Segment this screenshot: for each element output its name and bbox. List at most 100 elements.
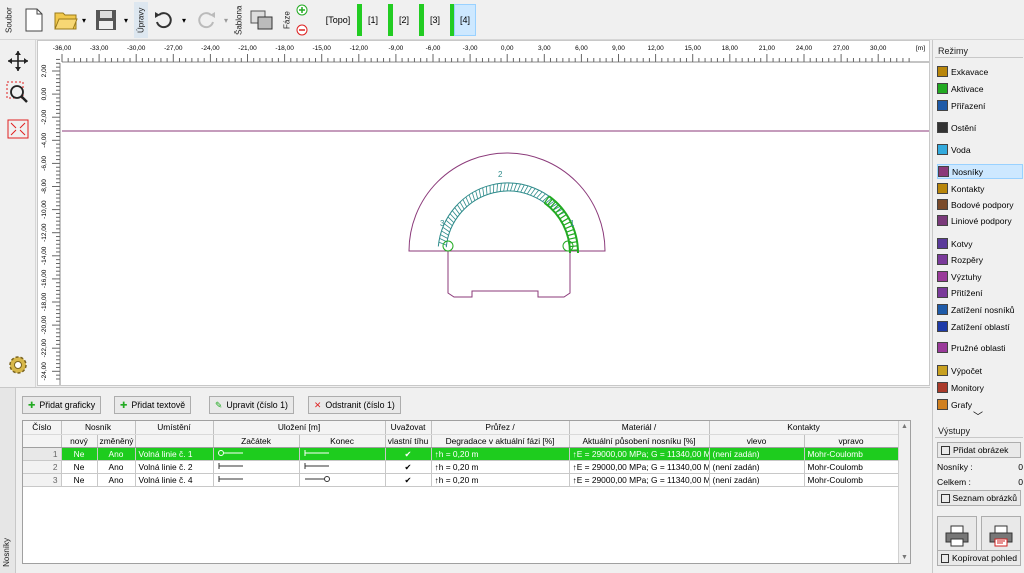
cell-end[interactable] bbox=[299, 447, 386, 461]
cell-new[interactable]: Ne bbox=[61, 460, 98, 474]
undo-button[interactable] bbox=[150, 4, 178, 36]
cell-location[interactable]: Volná linie č. 2 bbox=[135, 460, 214, 474]
row-number[interactable]: 3 bbox=[23, 473, 62, 487]
phase-tab-1[interactable]: [1] bbox=[364, 8, 382, 32]
table-row[interactable]: 3 Ne Ano Volná linie č. 4 ✔ ↑h = 0,20 m ↑E = 2… bbox=[23, 473, 899, 487]
cell-contact-left[interactable]: (není zadán) bbox=[709, 460, 805, 474]
cell-contact-left[interactable]: (není zadán) bbox=[709, 473, 805, 487]
col-subheader-start: Začátek bbox=[213, 434, 300, 448]
save-dropdown-icon[interactable]: ▾ bbox=[124, 16, 128, 25]
cell-section[interactable]: ↑h = 0,20 m bbox=[431, 447, 570, 461]
cell-contact-right[interactable]: Mohr-Coulomb bbox=[804, 473, 899, 487]
cell-location[interactable]: Volná linie č. 1 bbox=[135, 447, 214, 461]
drawing-canvas[interactable]: -36,00 -33,00 -30,00 -27,00 -24,00 -21,00 -18,… bbox=[37, 40, 930, 386]
mode-assignment[interactable]: Přiřazení bbox=[937, 98, 1023, 113]
settings-button[interactable] bbox=[5, 352, 31, 378]
cell-material[interactable]: ↑E = 29000,00 MPa; G = 11340,00 M bbox=[569, 460, 710, 474]
template-button[interactable] bbox=[248, 4, 276, 36]
template-menu-tab[interactable]: Šablona bbox=[232, 2, 246, 38]
point-support-icon bbox=[937, 199, 948, 210]
table-row[interactable]: 2 Ne Ano Volná linie č. 2 ✔ ↑h = 0,20 m ↑E = 2… bbox=[23, 460, 899, 474]
redo-button[interactable] bbox=[192, 4, 220, 36]
redo-dropdown-icon[interactable]: ▾ bbox=[224, 16, 228, 25]
cell-self-weight[interactable]: ✔ bbox=[385, 473, 432, 487]
cell-changed[interactable]: Ano bbox=[97, 447, 136, 461]
scroll-up-icon[interactable]: ▲ bbox=[901, 423, 908, 430]
undo-dropdown-icon[interactable]: ▾ bbox=[182, 16, 186, 25]
phase-tab-4[interactable]: [4] bbox=[454, 4, 476, 36]
beams-table[interactable]: Číslo Nosník Umístění Uložení [m] Uvažov… bbox=[22, 420, 911, 564]
copy-view-button[interactable]: Kopírovat pohled bbox=[937, 550, 1021, 566]
cell-contact-right[interactable]: Mohr-Coulomb bbox=[804, 460, 899, 474]
mode-lining[interactable]: Ostění bbox=[937, 120, 1023, 135]
save-icon bbox=[96, 10, 116, 30]
mode-contact[interactable]: Kontakty bbox=[937, 181, 1023, 196]
cell-contact-right[interactable]: Mohr-Coulomb bbox=[804, 447, 899, 461]
mode-beam[interactable]: Nosníky bbox=[937, 164, 1023, 179]
mode-point-support[interactable]: Bodové podpory bbox=[937, 197, 1023, 212]
save-button[interactable] bbox=[92, 4, 120, 36]
zoom-extents-button[interactable] bbox=[5, 116, 31, 142]
mode-monitor[interactable]: Monitory bbox=[937, 380, 1023, 395]
cell-contact-left[interactable]: (není zadán) bbox=[709, 447, 805, 461]
new-document-button[interactable] bbox=[20, 4, 48, 36]
cell-section[interactable]: ↑h = 0,20 m bbox=[431, 460, 570, 474]
row-number[interactable]: 1 bbox=[23, 447, 62, 461]
file-menu-tab[interactable]: Soubor bbox=[2, 2, 16, 38]
cell-end[interactable] bbox=[299, 473, 386, 487]
mode-water[interactable]: Voda bbox=[937, 142, 1023, 157]
total-count: Celkem : 0 bbox=[937, 477, 1023, 487]
mode-strut[interactable]: Rozpěry bbox=[937, 252, 1023, 267]
cell-start[interactable] bbox=[213, 473, 300, 487]
mode-elastic-region[interactable]: Pružné oblasti bbox=[937, 340, 1023, 355]
remove-phase-button[interactable] bbox=[296, 24, 308, 38]
cell-new[interactable]: Ne bbox=[61, 473, 98, 487]
cell-material[interactable]: ↑E = 29000,00 MPa; G = 11340,00 M bbox=[569, 473, 710, 487]
mode-region-load[interactable]: Zatížení oblastí bbox=[937, 319, 1023, 334]
add-picture-button[interactable]: Přidat obrázek bbox=[937, 442, 1021, 458]
add-text-button[interactable]: ✚ Přidat textově bbox=[114, 396, 192, 414]
edit-button[interactable]: ✎ Upravit (číslo 1) bbox=[209, 396, 294, 414]
mode-beam-load[interactable]: Zatížení nosníků bbox=[937, 302, 1023, 317]
cell-changed[interactable]: Ano bbox=[97, 460, 136, 474]
cell-self-weight[interactable]: ✔ bbox=[385, 460, 432, 474]
cell-section[interactable]: ↑h = 0,20 m bbox=[431, 473, 570, 487]
cell-start[interactable] bbox=[213, 447, 300, 461]
cell-changed[interactable]: Ano bbox=[97, 473, 136, 487]
open-dropdown-icon[interactable]: ▾ bbox=[82, 16, 86, 25]
cell-self-weight[interactable]: ✔ bbox=[385, 447, 432, 461]
mode-reinforcement[interactable]: Výztuhy bbox=[937, 269, 1023, 284]
mode-anchor[interactable]: Kotvy bbox=[937, 236, 1023, 251]
edit-menu-tab[interactable]: Úpravy bbox=[134, 2, 148, 38]
ruler-x-label: -12,00 bbox=[350, 45, 369, 52]
mode-line-support[interactable]: Liniové podpory bbox=[937, 213, 1023, 228]
cell-location[interactable]: Volná linie č. 4 bbox=[135, 473, 214, 487]
mode-excavation[interactable]: Exkavace bbox=[937, 64, 1023, 79]
cell-end[interactable] bbox=[299, 460, 386, 474]
cell-new[interactable]: Ne bbox=[61, 447, 98, 461]
phase-menu-tab[interactable]: Fáze bbox=[280, 2, 294, 38]
phase-tab-3[interactable]: [3] bbox=[426, 8, 444, 32]
table-scrollbar[interactable]: ▲ ▼ bbox=[898, 421, 910, 563]
zoom-button[interactable] bbox=[5, 80, 31, 106]
phase-tab-2[interactable]: [2] bbox=[395, 8, 413, 32]
mode-activation[interactable]: Aktivace bbox=[937, 81, 1023, 96]
row-number[interactable]: 2 bbox=[23, 460, 62, 474]
mode-surcharge[interactable]: Přitížení bbox=[937, 285, 1023, 300]
picture-list-button[interactable]: Seznam obrázků bbox=[937, 490, 1021, 506]
remove-button[interactable]: ✕ Odstranit (číslo 1) bbox=[308, 396, 401, 414]
scroll-down-icon[interactable]: ▼ bbox=[901, 554, 908, 561]
activation-icon bbox=[937, 83, 948, 94]
ruler-x-label: 21,00 bbox=[759, 45, 776, 52]
open-button[interactable] bbox=[52, 4, 80, 36]
cell-material[interactable]: ↑E = 29000,00 MPa; G = 11340,00 M bbox=[569, 447, 710, 461]
add-phase-button[interactable] bbox=[296, 4, 308, 18]
side-tab-beams[interactable]: Nosníky bbox=[0, 388, 16, 573]
table-row[interactable]: 1 Ne Ano Volná linie č. 1 ✔ ↑h = 0,20 m ↑E = 2… bbox=[23, 447, 899, 461]
pan-button[interactable] bbox=[5, 48, 31, 74]
phase-tab-topo[interactable]: [Topo] bbox=[324, 8, 352, 32]
chevron-down-icon[interactable]: ﹀ bbox=[973, 408, 983, 423]
mode-calculation[interactable]: Výpočet bbox=[937, 363, 1023, 378]
cell-start[interactable] bbox=[213, 460, 300, 474]
add-graphic-button[interactable]: ✚ Přidat graficky bbox=[22, 396, 102, 414]
